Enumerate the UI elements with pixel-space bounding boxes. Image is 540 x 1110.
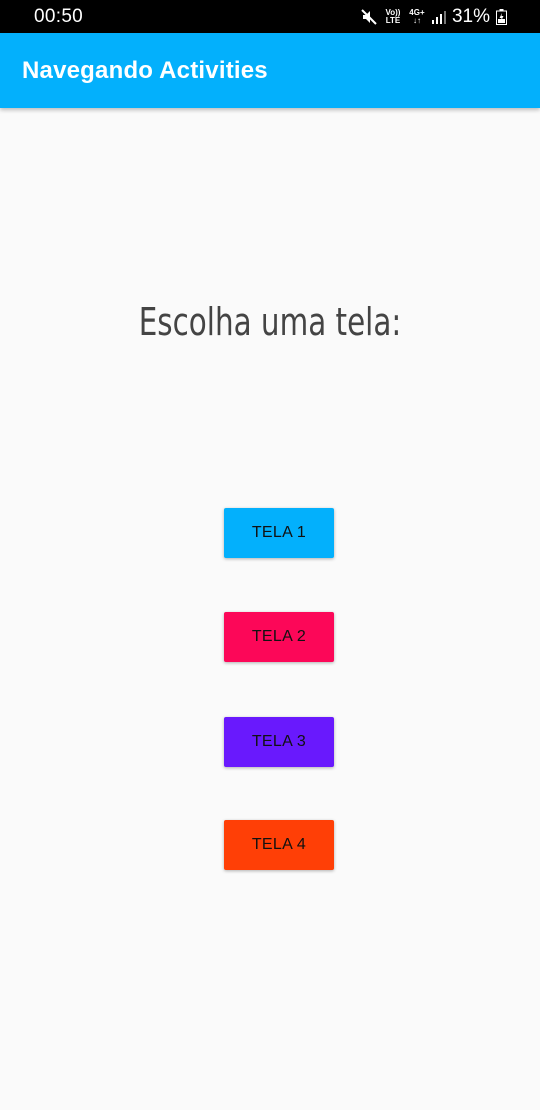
battery-percent: 31%: [451, 6, 490, 27]
volte-label-bottom: LTE: [385, 16, 401, 25]
network-type-icon: 4G+ ↓↑: [408, 9, 426, 25]
app-bar: Navegando Activities: [0, 33, 540, 108]
app-title: Navegando Activities: [22, 57, 268, 84]
tela-4-button[interactable]: TELA 4: [224, 820, 334, 870]
tela-3-button[interactable]: TELA 3: [224, 717, 334, 767]
battery-icon: [496, 9, 507, 25]
signal-icon: [431, 10, 446, 24]
tela-1-button[interactable]: TELA 1: [224, 508, 334, 558]
status-icons: Vo)) LTE 4G+ ↓↑ 31%: [360, 4, 507, 30]
mute-icon: [360, 8, 378, 26]
network-label-bottom: ↓↑: [412, 16, 421, 25]
status-time: 00:50: [34, 6, 84, 27]
tela-2-button[interactable]: TELA 2: [224, 612, 334, 662]
prompt-title: Escolha uma tela:: [138, 300, 402, 344]
status-bar: 00:50 Vo)) LTE 4G+ ↓↑ 31%: [0, 0, 540, 33]
volte-icon: Vo)) LTE: [384, 9, 402, 25]
